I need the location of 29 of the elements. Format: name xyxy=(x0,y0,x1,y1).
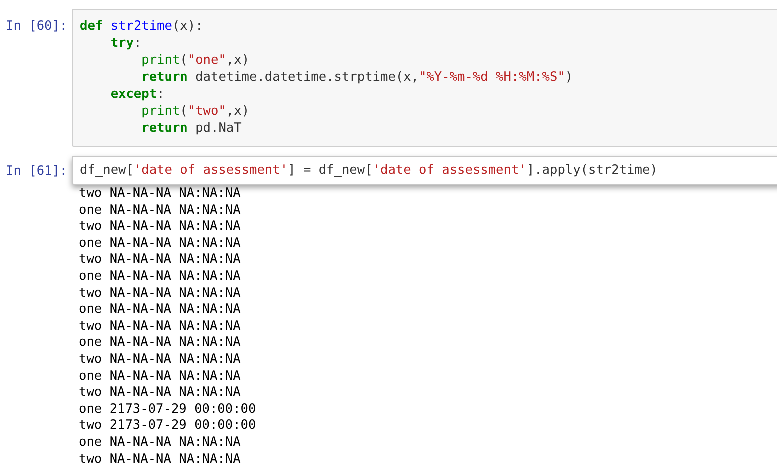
output-line: two NA-NA-NA NA:NA:NA xyxy=(79,352,241,369)
output-line: two NA-NA-NA NA:NA:NA xyxy=(79,318,241,336)
output-line: one NA-NA-NA NA:NA:NA xyxy=(79,302,241,319)
code-line: return pd.NaT xyxy=(140,120,243,137)
code-cell[interactable]: def str2time(x): try: print("one",x) return datetime.datetime.strptime(x,"%Y-%m-%d %H:%M:%S") except: print("two",x) return pd.NaT xyxy=(72,9,777,147)
output-line: one NA-NA-NA NA:NA:NA xyxy=(79,268,241,286)
output-line: two NA-NA-NA NA:NA:NA xyxy=(79,286,241,302)
output-line: one NA-NA-NA NA:NA:NA xyxy=(79,335,241,352)
code-line: return datetime.datetime.strptime(x,"%Y-%m-%d %H:%M:%S") xyxy=(140,69,574,86)
cell-prompt: In [61]: xyxy=(6,163,69,180)
output-line: two NA-NA-NA NA:NA:NA xyxy=(79,252,241,269)
output-line: two NA-NA-NA NA:NA:NA xyxy=(79,219,241,236)
code-line: print("one",x) xyxy=(140,52,251,69)
output-line: one NA-NA-NA NA:NA:NA xyxy=(79,202,241,220)
output-line: two NA-NA-NA NA:NA:NA xyxy=(79,385,241,402)
code-line: print("two",x) xyxy=(140,103,251,120)
code-line: except: xyxy=(110,86,166,103)
output-line: one NA-NA-NA NA:NA:NA xyxy=(79,368,241,386)
code-cell[interactable]: df_new['date of assessment'] = df_new['date of assessment'].apply(str2time) xyxy=(72,156,777,185)
cell-prompt: In [60]: xyxy=(6,18,69,35)
output-line: one 2173-07-29 00:00:00 xyxy=(79,402,256,418)
output-line: two 2173-07-29 00:00:00 xyxy=(79,418,256,435)
output-line: one NA-NA-NA NA:NA:NA xyxy=(79,434,241,452)
code-line: def str2time(x): xyxy=(80,18,204,35)
output-line: two NA-NA-NA NA:NA:NA xyxy=(79,186,241,203)
code-line: try: xyxy=(110,35,143,52)
output-line: one NA-NA-NA NA:NA:NA xyxy=(79,236,241,252)
code-line: df_new['date of assessment'] = df_new['date of assessment'].apply(str2time) xyxy=(80,162,659,179)
output-line: two NA-NA-NA NA:NA:NA xyxy=(79,452,241,468)
